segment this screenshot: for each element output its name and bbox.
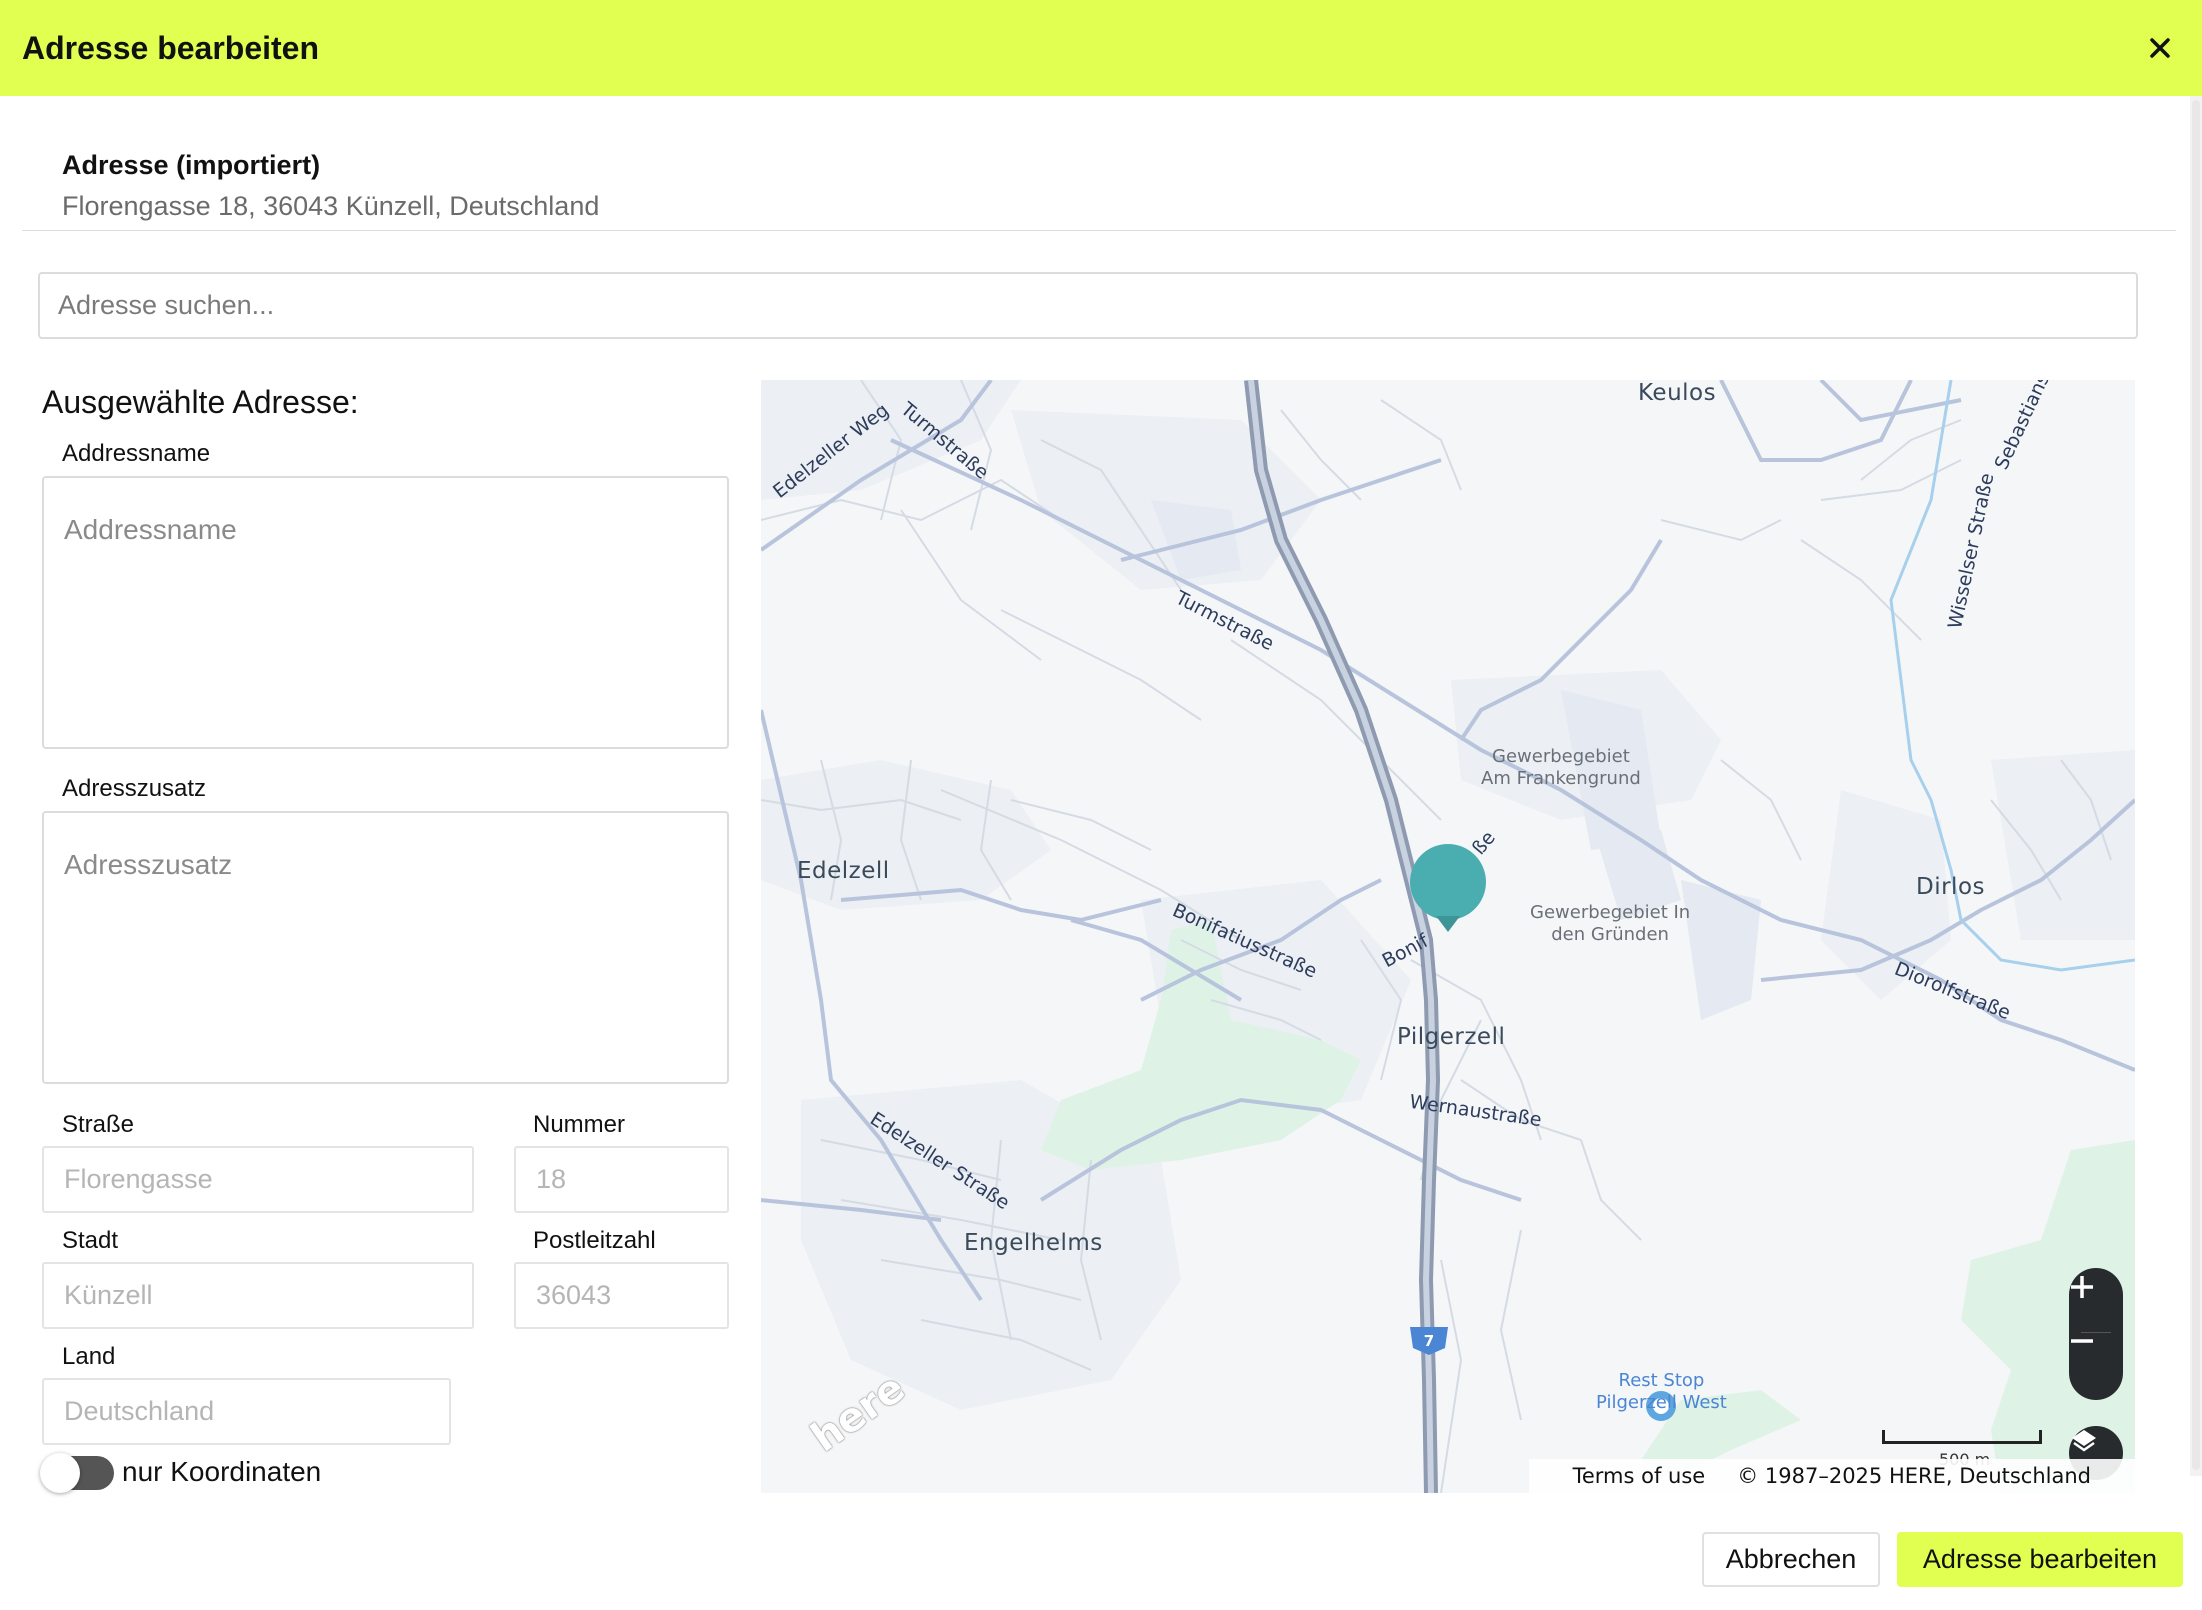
- address-extra-label: Adresszusatz: [62, 775, 207, 802]
- number-label: Nummer: [533, 1111, 626, 1138]
- city-label: Stadt: [62, 1227, 119, 1254]
- map-attribution: Terms of use © 1987–2025 HERE, Deutschla…: [1528, 1459, 2135, 1493]
- map-place-edelzell: Edelzell: [797, 858, 890, 884]
- map-view[interactable]: 7 Keulos Edelzell Dirlos Pilgerzell Enge…: [761, 380, 2135, 1493]
- address-name-field[interactable]: [42, 476, 729, 749]
- location-marker-icon[interactable]: [1408, 844, 1488, 940]
- map-place-engelhelms: Engelhelms: [964, 1230, 1103, 1256]
- close-icon: [2150, 38, 2170, 58]
- svg-text:7: 7: [1424, 1332, 1434, 1350]
- motorway-shield: 7: [1410, 1327, 1448, 1355]
- map-copyright: © 1987–2025 HERE, Deutschland: [1737, 1464, 2091, 1488]
- zoom-out-button[interactable]: [2069, 1328, 2123, 1382]
- layers-icon: [2072, 1430, 2096, 1452]
- address-name-label: Addressname: [62, 440, 211, 467]
- country-field[interactable]: [42, 1378, 451, 1445]
- map-place-pilgerzell: Pilgerzell: [1397, 1024, 1506, 1050]
- map-poi-gewerbegebiet-gruenden: Gewerbegebiet In den Gründen: [1530, 902, 1691, 945]
- dialog-title: Adresse bearbeiten: [22, 29, 320, 66]
- selected-address-title: Ausgewählte Adresse:: [42, 384, 359, 420]
- number-field[interactable]: [514, 1146, 729, 1213]
- minus-icon: [2071, 1339, 2093, 1343]
- map-scale-bar: [1882, 1430, 2042, 1444]
- address-extra-field[interactable]: [42, 811, 729, 1084]
- coordinates-only-toggle[interactable]: [40, 1453, 114, 1493]
- country-label: Land: [62, 1343, 116, 1370]
- plus-icon: [2071, 1276, 2093, 1298]
- cancel-button[interactable]: Abbrechen: [1702, 1532, 1880, 1587]
- map-poi-rest-stop: Rest Stop Pilgerzell West: [1596, 1370, 1727, 1413]
- terms-of-use-link[interactable]: Terms of use: [1573, 1464, 1706, 1488]
- divider: [22, 230, 2176, 231]
- city-field[interactable]: [42, 1262, 474, 1329]
- zip-label: Postleitzahl: [533, 1227, 656, 1254]
- street-label: Straße: [62, 1111, 135, 1138]
- street-field[interactable]: [42, 1146, 474, 1213]
- imported-address-label: Adresse (importiert): [62, 150, 321, 180]
- imported-address: Adresse (importiert) Florengasse 18, 360…: [62, 150, 599, 222]
- map-poi-gewerbegebiet-frankengrund: Gewerbegebiet Am Frankengrund: [1481, 746, 1641, 789]
- map-place-dirlos: Dirlos: [1916, 874, 1986, 900]
- zoom-in-button[interactable]: [2069, 1274, 2123, 1328]
- zip-field[interactable]: [514, 1262, 729, 1329]
- close-button[interactable]: [2140, 28, 2180, 68]
- dialog-header: Adresse bearbeiten: [0, 0, 2202, 96]
- address-search-input[interactable]: [38, 272, 2138, 339]
- toggle-knob: [40, 1453, 80, 1493]
- zoom-control: [2069, 1268, 2123, 1400]
- scrollbar-thumb[interactable]: [2192, 100, 2200, 1470]
- imported-address-value: Florengasse 18, 36043 Künzell, Deutschla…: [62, 191, 600, 221]
- map-place-keulos: Keulos: [1638, 380, 1717, 406]
- submit-button[interactable]: Adresse bearbeiten: [1897, 1532, 2183, 1587]
- coordinates-only-label: nur Koordinaten: [122, 1456, 322, 1487]
